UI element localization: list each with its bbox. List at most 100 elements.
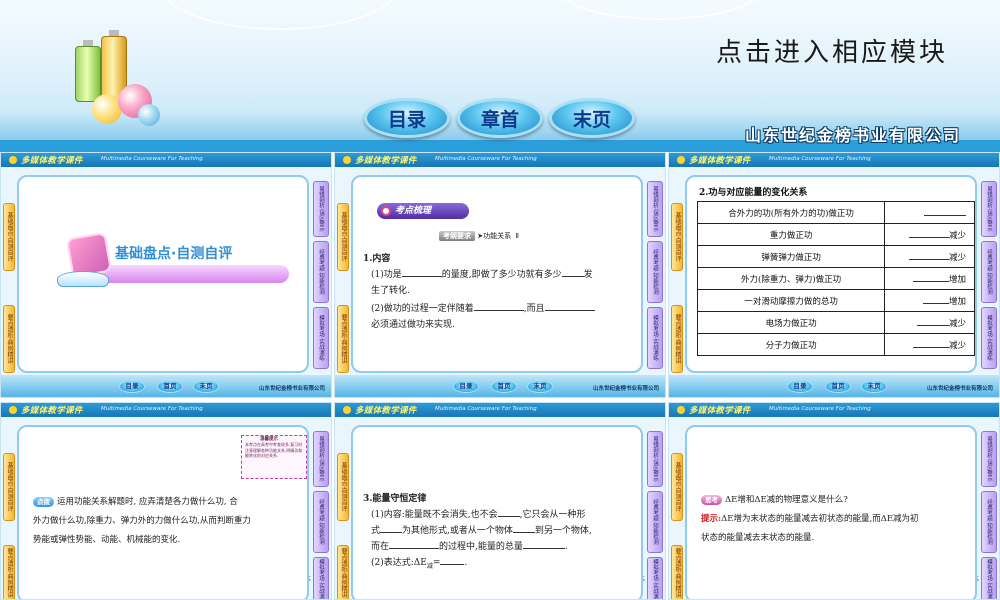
content-paragraph: (1)内容:能量既不会消失,也不会 ,它只会从一种形 式为其他形式,或者从一个物体… [371, 507, 641, 575]
table-row: 分子力做正功 减少 [696, 333, 975, 356]
side-tab-classic-questions[interactable]: 经典考题·知能检测 [647, 241, 663, 303]
left-side-tabs: 基础盘点·自测自评 要点透析·典例精讲 [3, 425, 15, 599]
table-row: 电场力做正功 减少 [696, 311, 975, 334]
left-side-tabs: 基础盘点·自测自评 要点透析·典例精讲 [671, 175, 683, 375]
side-tab-errors[interactable]: 易错剖析·误区警示 [647, 431, 663, 487]
slide-bottombar: 目录 首页 末页 山东世纪金榜书业有限公司 [1, 375, 331, 397]
side-tab-basics[interactable]: 基础盘点·自测自评 [337, 453, 349, 521]
slide-panel: 思考 ΔE增和ΔE减的物理意义是什么? 提示:ΔE增为末状态的能量减去初状态的能量… [685, 425, 977, 599]
last-page-button[interactable]: 末页 [549, 98, 635, 138]
side-tab-classic-questions[interactable]: 经典考题·知能检测 [313, 491, 329, 553]
company-name: 山东世纪金榜书业有限公司 [926, 386, 993, 392]
side-tab-key-points[interactable]: 要点透析·典例精讲 [3, 545, 15, 599]
header-title: 点击进入相应模块 [716, 38, 949, 68]
decorative-swirl [560, 0, 760, 20]
tip-note: 温馨提示 本考点在高考中考查较多,复习时注意理解各种功能关系,明确功和能转化的对… [241, 435, 307, 479]
home-button[interactable]: 首页 [491, 380, 517, 393]
right-side-tabs: 易错剖析·误区警示 经典考题·知能检测 模拟考场·实战演练 [972, 425, 997, 599]
slide-logo: 多媒体教学课件 [343, 154, 417, 166]
catalog-button[interactable]: 目录 [787, 380, 813, 393]
bulb-icon [138, 104, 160, 126]
side-tab-basics[interactable]: 基础盘点·自测自评 [671, 453, 683, 521]
company-name: 山东世纪金榜书业有限公司 [258, 386, 325, 392]
side-tab-key-points[interactable]: 要点透析·典例精讲 [337, 545, 349, 599]
slide-panel: 2.功与对应能量的变化关系 合外力的功(所有外力的功)做正功 重力做正功 减少 弹… [685, 175, 977, 373]
side-tab-mock-exam[interactable]: 模拟考场·实战演练 [981, 307, 997, 369]
slide-bottombar: 目录 首页 末页 山东世纪金榜书业有限公司 [335, 375, 665, 397]
slide-logo-subtitle: Multimedia Courseware For Teaching [769, 156, 871, 162]
slide-panel: 考点梳理 考纲要求 ➤功能关系 Ⅱ 1.内容 (1)功是 的量度,即做了多少功就有… [351, 175, 643, 373]
slide-thumbnail-1[interactable]: 多媒体教学课件 Multimedia Courseware For Teachi… [0, 152, 332, 398]
slide-logo-subtitle: Multimedia Courseware For Teaching [435, 156, 537, 162]
side-tab-errors[interactable]: 易错剖析·误区警示 [981, 181, 997, 237]
side-tab-classic-questions[interactable]: 经典考题·知能检测 [647, 491, 663, 553]
side-tab-classic-questions[interactable]: 经典考题·知能检测 [981, 241, 997, 303]
decorative-swirl [160, 0, 400, 30]
side-tab-basics[interactable]: 基础盘点·自测自评 [337, 203, 349, 271]
last-page-button[interactable]: 末页 [193, 380, 219, 393]
section-header: 考点梳理 [377, 203, 469, 219]
slide-logo: 多媒体教学课件 [677, 404, 751, 416]
side-tab-mock-exam[interactable]: 模拟考场·实战演练 [313, 307, 329, 369]
side-tab-mock-exam[interactable]: 模拟考场·实战演练 [647, 307, 663, 369]
side-tab-errors[interactable]: 易错剖析·误区警示 [313, 431, 329, 487]
slide-logo-subtitle: Multimedia Courseware For Teaching [101, 406, 203, 412]
content-heading: 1.内容 [363, 254, 391, 264]
work-energy-table: 合外力的功(所有外力的功)做正功 重力做正功 减少 弹簧弹力做正功 减少 外力(除重… [696, 201, 975, 356]
side-tab-basics[interactable]: 基础盘点·自测自评 [3, 203, 15, 271]
side-tab-mock-exam[interactable]: 模拟考场·实战演练 [638, 557, 663, 599]
slide-logo: 多媒体教学课件 [343, 404, 417, 416]
last-page-button[interactable]: 末页 [527, 380, 553, 393]
left-side-tabs: 基础盘点·自测自评 要点透析·典例精讲 [671, 425, 683, 599]
left-side-tabs: 基础盘点·自测自评 要点透析·典例精讲 [3, 175, 15, 375]
right-side-tabs: 易错剖析·误区警示 经典考题·知能检测 模拟考场·实战演练 [311, 175, 329, 375]
side-tab-basics[interactable]: 基础盘点·自测自评 [671, 203, 683, 271]
slide-logo-subtitle: Multimedia Courseware For Teaching [101, 156, 203, 162]
slide-thumbnail-3[interactable]: 多媒体教学课件 Multimedia Courseware For Teachi… [668, 152, 1000, 398]
slide-thumbnail-5[interactable]: 多媒体教学课件 Multimedia Courseware For Teachi… [334, 402, 666, 600]
slide-panel: 3.能量守恒定律 (1)内容:能量既不会消失,也不会 ,它只会从一种形 式为其他形… [351, 425, 643, 599]
side-tab-classic-questions[interactable]: 经典考题·知能检测 [313, 241, 329, 303]
catalog-button[interactable]: 目录 [364, 98, 450, 138]
home-button[interactable]: 首页 [157, 380, 183, 393]
side-tab-key-points[interactable]: 要点透析·典例精讲 [671, 305, 683, 373]
side-tab-basics[interactable]: 基础盘点·自测自评 [3, 453, 15, 521]
right-side-tabs: 易错剖析·误区警示 经典考题·知能检测 模拟考场·实战演练 [638, 425, 663, 599]
slide-thumbnail-2[interactable]: 多媒体教学课件 Multimedia Courseware For Teachi… [334, 152, 666, 398]
slide-thumbnail-6[interactable]: 多媒体教学课件 Multimedia Courseware For Teachi… [668, 402, 1000, 600]
side-tab-errors[interactable]: 易错剖析·误区警示 [647, 181, 663, 237]
home-button[interactable]: 首页 [825, 380, 851, 393]
last-page-button[interactable]: 末页 [861, 380, 887, 393]
section-title: 基础盘点·自测自评 [115, 246, 233, 262]
book-icon [57, 271, 109, 287]
side-tab-mock-exam[interactable]: 模拟考场·实战演练 [972, 557, 997, 599]
right-side-tabs: 易错剖析·误区警示 经典考题·知能检测 模拟考场·实战演练 [645, 175, 663, 375]
slide-logo: 多媒体教学课件 [9, 404, 83, 416]
slide-panel: 基础盘点·自测自评 [17, 175, 309, 373]
chapter-start-button[interactable]: 章首 [457, 98, 543, 138]
side-tab-errors[interactable]: 易错剖析·误区警示 [313, 181, 329, 237]
slide-thumbnail-4[interactable]: 多媒体教学课件 Multimedia Courseware For Teachi… [0, 402, 332, 600]
slide-bottombar: 目录 首页 末页 山东世纪金榜书业有限公司 [669, 375, 999, 397]
table-row: 重力做正功 减少 [696, 223, 975, 246]
right-side-tabs: 易错剖析·误区警示 经典考题·知能检测 模拟考场·实战演练 [979, 175, 997, 375]
slide-logo-subtitle: Multimedia Courseware For Teaching [769, 406, 871, 412]
side-tab-errors[interactable]: 易错剖析·误区警示 [981, 431, 997, 487]
content-heading: 2.功与对应能量的变化关系 [699, 188, 808, 198]
slide-logo: 多媒体教学课件 [677, 154, 751, 166]
side-tab-key-points[interactable]: 要点透析·典例精讲 [671, 545, 683, 599]
left-side-tabs: 基础盘点·自测自评 要点透析·典例精讲 [337, 425, 349, 599]
side-tab-key-points[interactable]: 要点透析·典例精讲 [337, 305, 349, 373]
catalog-button[interactable]: 目录 [119, 380, 145, 393]
content-heading: 3.能量守恒定律 [363, 494, 427, 504]
requirement-line: 考纲要求 ➤功能关系 Ⅱ [439, 231, 575, 242]
side-tab-key-points[interactable]: 要点透析·典例精讲 [3, 305, 15, 373]
table-row: 弹簧弹力做正功 减少 [696, 245, 975, 268]
catalog-button[interactable]: 目录 [453, 380, 479, 393]
slide-logo-subtitle: Multimedia Courseware For Teaching [435, 406, 537, 412]
side-tab-classic-questions[interactable]: 经典考题·知能检测 [981, 491, 997, 553]
side-tab-mock-exam[interactable]: 模拟考场·实战演练 [304, 557, 329, 599]
content-paragraph-2: (2)做功的过程一定伴随着 ,而且 必须通过做功来实现. [371, 301, 641, 333]
left-side-tabs: 基础盘点·自测自评 要点透析·典例精讲 [337, 175, 349, 375]
slide-panel: 温馨提示 本考点在高考中考查较多,复习时注意理解各种功能关系,明确功和能转化的对… [17, 425, 309, 599]
